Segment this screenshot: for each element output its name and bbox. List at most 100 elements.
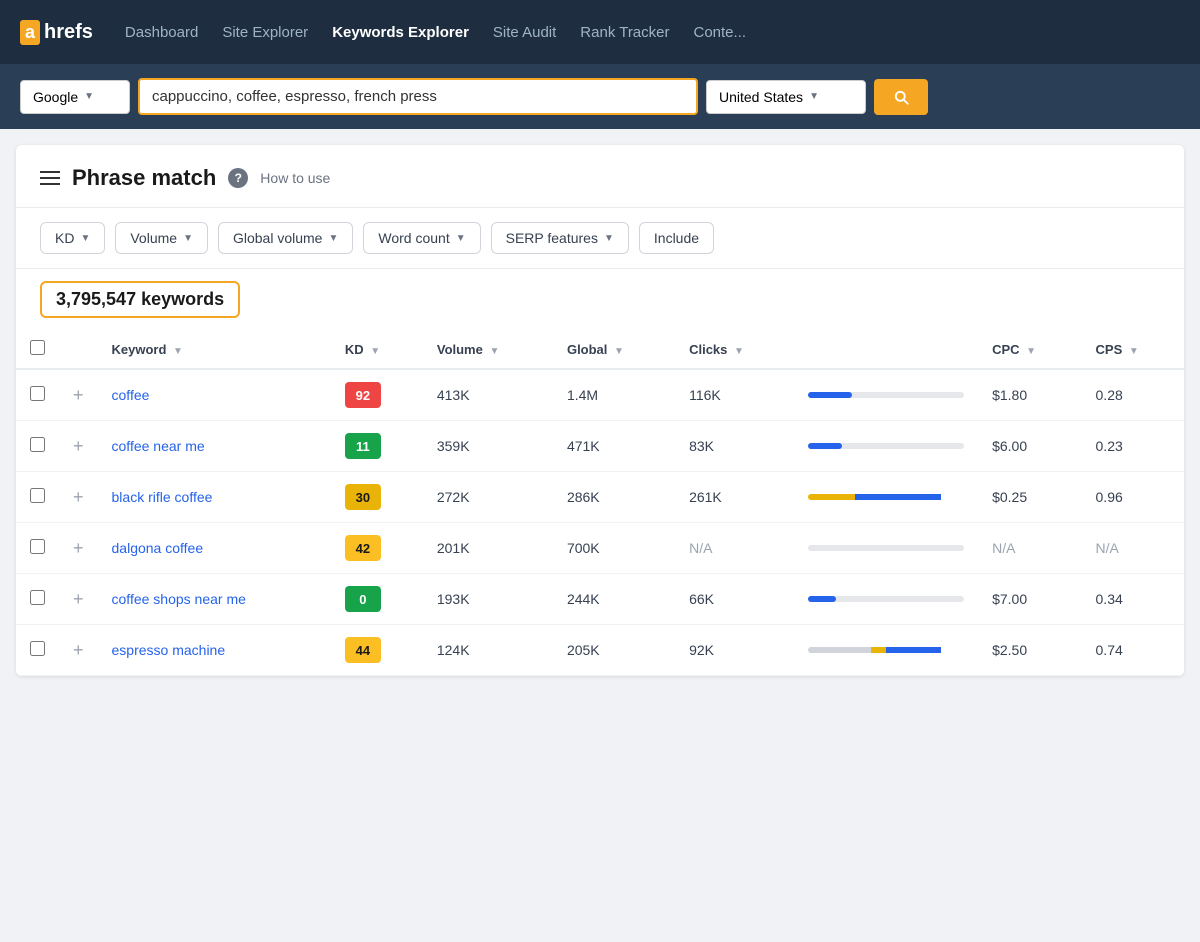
bar-yellow [808,494,855,500]
nav-rank-tracker[interactable]: Rank Tracker [580,24,669,41]
cell-check [16,625,59,676]
cell-keyword: coffee [98,369,331,421]
cell-kd: 92 [331,369,423,421]
filter-global-volume[interactable]: Global volume ▼ [218,222,353,254]
kd-badge: 44 [345,637,381,663]
filter-volume-label: Volume [130,230,177,246]
volume-value: 124K [437,642,470,658]
filter-global-volume-chevron: ▼ [328,233,338,244]
search-icon [892,88,910,106]
volume-sort-icon: ▼ [489,346,499,357]
th-keyword[interactable]: Keyword ▼ [98,330,331,369]
cell-kd: 30 [331,472,423,523]
nav-content[interactable]: Conte... [694,24,747,41]
cell-cps: N/A [1082,523,1184,574]
filter-kd-label: KD [55,230,74,246]
keyword-link[interactable]: black rifle coffee [112,489,213,505]
cell-clicks: N/A [675,523,794,574]
nav-site-audit[interactable]: Site Audit [493,24,556,41]
keyword-link[interactable]: espresso machine [112,642,226,658]
th-cpc[interactable]: CPC ▼ [978,330,1081,369]
row-checkbox[interactable] [30,539,45,554]
add-keyword-btn[interactable]: + [73,487,84,507]
table-row: +coffee shops near me0193K244K66K $7.000… [16,574,1184,625]
cell-cps: 0.74 [1082,625,1184,676]
engine-chevron: ▼ [84,91,94,102]
table-row: +coffee near me11359K471K83K $6.000.23 [16,421,1184,472]
th-global[interactable]: Global ▼ [553,330,675,369]
filter-word-count[interactable]: Word count ▼ [363,222,480,254]
kd-badge: 30 [345,484,381,510]
cell-add: + [59,523,98,574]
add-keyword-btn[interactable]: + [73,385,84,405]
keyword-link[interactable]: coffee shops near me [112,591,246,607]
nav-dashboard[interactable]: Dashboard [125,24,198,41]
search-input[interactable] [138,78,698,115]
cell-check [16,421,59,472]
th-volume[interactable]: Volume ▼ [423,330,553,369]
th-check [16,330,59,369]
keyword-link[interactable]: coffee near me [112,438,205,454]
cell-add: + [59,421,98,472]
th-cps[interactable]: CPS ▼ [1082,330,1184,369]
keywords-count: 3,795,547 keywords [56,289,224,309]
cpc-sort-icon: ▼ [1026,346,1036,357]
add-keyword-btn[interactable]: + [73,640,84,660]
th-kd[interactable]: KD ▼ [331,330,423,369]
country-label: United States [719,89,803,105]
keyword-link[interactable]: dalgona coffee [112,540,204,556]
keyword-link[interactable]: coffee [112,387,150,403]
select-all-checkbox[interactable] [30,340,45,355]
nav-keywords-explorer[interactable]: Keywords Explorer [332,24,469,41]
keyword-sort-icon: ▼ [173,346,183,357]
clicks-bar [808,647,964,653]
row-checkbox[interactable] [30,590,45,605]
cell-add: + [59,574,98,625]
cpc-value: $7.00 [992,591,1027,607]
cps-sort-icon: ▼ [1129,346,1139,357]
how-to-use-link[interactable]: How to use [260,170,330,186]
engine-select[interactable]: Google ▼ [20,80,130,114]
logo[interactable]: a hrefs [20,20,93,45]
filter-include[interactable]: Include [639,222,714,254]
cell-kd: 44 [331,625,423,676]
country-select[interactable]: United States ▼ [706,80,866,114]
add-keyword-btn[interactable]: + [73,538,84,558]
filter-volume[interactable]: Volume ▼ [115,222,208,254]
row-checkbox[interactable] [30,488,45,503]
filter-serp-features[interactable]: SERP features ▼ [491,222,629,254]
nav-site-explorer[interactable]: Site Explorer [222,24,308,41]
clicks-sort-icon: ▼ [734,346,744,357]
cell-clicks: 261K [675,472,794,523]
kd-badge: 0 [345,586,381,612]
cell-kd: 11 [331,421,423,472]
add-keyword-btn[interactable]: + [73,589,84,609]
kd-badge: 11 [345,433,381,459]
search-button[interactable] [874,79,928,115]
add-keyword-btn[interactable]: + [73,436,84,456]
row-checkbox[interactable] [30,386,45,401]
bar-blue [855,494,941,500]
cell-cps: 0.28 [1082,369,1184,421]
row-checkbox[interactable] [30,437,45,452]
cpc-value: $2.50 [992,642,1027,658]
filter-serp-features-label: SERP features [506,230,598,246]
cps-value: 0.96 [1096,489,1123,505]
main-content: Phrase match ? How to use KD ▼ Volume ▼ … [16,145,1184,676]
cell-clicks: 83K [675,421,794,472]
logo-text: hrefs [44,21,93,44]
cell-global: 286K [553,472,675,523]
cell-cpc: $1.80 [978,369,1081,421]
bar-fill [808,392,852,398]
hamburger-menu[interactable] [40,171,60,185]
help-icon[interactable]: ? [228,168,248,188]
cell-cpc: $7.00 [978,574,1081,625]
row-checkbox[interactable] [30,641,45,656]
filter-word-count-chevron: ▼ [456,233,466,244]
keywords-count-wrapper: 3,795,547 keywords [16,269,1184,330]
filter-kd[interactable]: KD ▼ [40,222,105,254]
clicks-value: 116K [689,387,721,403]
th-clicks[interactable]: Clicks ▼ [675,330,794,369]
cell-bar [794,523,978,574]
cell-check [16,472,59,523]
